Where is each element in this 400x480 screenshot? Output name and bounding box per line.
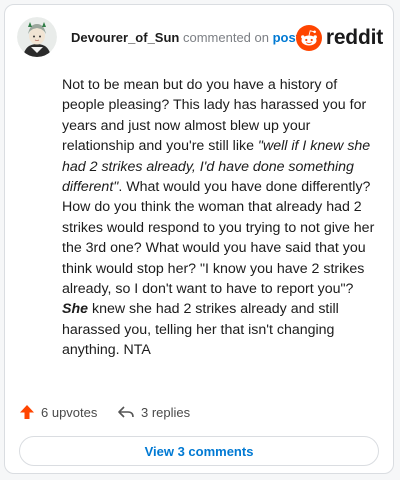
replies-button[interactable]: 3 replies — [117, 401, 190, 423]
comment-header: Devourer_of_Sun commented on post reddit — [17, 17, 383, 59]
upvote-button[interactable]: 6 upvotes — [19, 401, 97, 423]
author-name[interactable]: Devourer_of_Sun — [71, 30, 179, 45]
comment-body: Not to be mean but do you have a history… — [62, 75, 380, 361]
comment-emphasis: She — [62, 301, 89, 318]
reddit-logo[interactable]: reddit — [295, 23, 383, 53]
byline-action: commented on — [179, 30, 273, 45]
view-comments-button[interactable]: View 3 comments — [19, 436, 379, 466]
brand-wordmark: reddit — [325, 26, 383, 49]
comment-footer: 6 upvotes 3 replies — [19, 401, 379, 423]
comment-text-part-3: knew she had 2 strikes already and still… — [62, 301, 339, 359]
upvote-arrow-icon — [20, 405, 34, 419]
reply-arrow-icon — [118, 406, 134, 418]
comment-byline: Devourer_of_Sun commented on post — [71, 30, 300, 45]
comment-card: Devourer_of_Sun commented on post reddit… — [4, 4, 394, 474]
reddit-alien-icon — [295, 25, 322, 51]
upvote-count: 6 upvotes — [41, 404, 98, 420]
reply-count: 3 replies — [141, 404, 191, 420]
comment-text-part-2: . What would you have done differently? … — [62, 179, 375, 298]
avatar[interactable] — [17, 17, 57, 57]
